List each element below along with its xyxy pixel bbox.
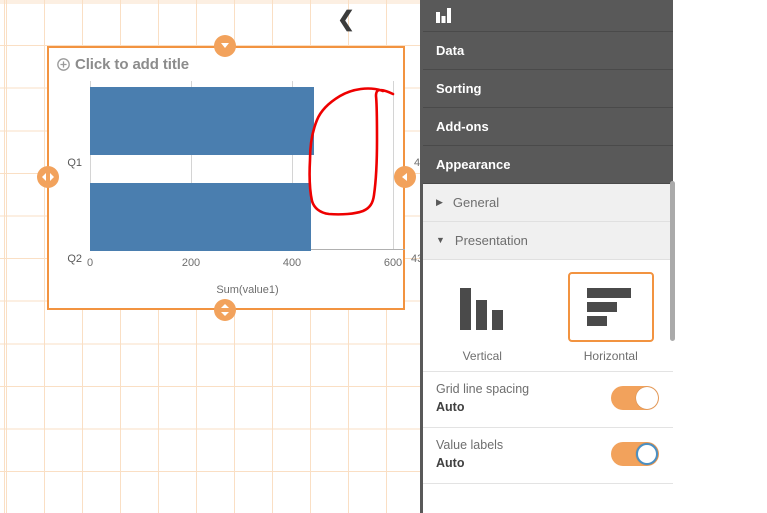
orientation-horizontal-label: Horizontal <box>583 349 638 363</box>
arrows-horizontal-icon <box>42 173 54 181</box>
caret-right-icon: ▶ <box>436 197 443 207</box>
x-tick-0: 0 <box>86 257 94 269</box>
chart-type-header[interactable] <box>420 0 673 32</box>
grid-line-spacing-value: Auto <box>436 400 465 414</box>
section-data[interactable]: Data <box>420 32 673 70</box>
section-appearance-label: Appearance <box>436 157 511 172</box>
section-data-label: Data <box>436 43 465 58</box>
value-labels-toggle[interactable] <box>611 442 659 466</box>
horizontal-bars-icon <box>586 288 631 326</box>
subsection-presentation[interactable]: ▼ Presentation <box>420 222 673 260</box>
x-axis-title: Sum(value1) <box>216 284 279 296</box>
toggle-knob <box>636 443 658 465</box>
settings-bottom-divider <box>420 483 673 497</box>
x-tick-600: 600 <box>383 257 403 269</box>
subsection-presentation-label: Presentation <box>454 233 528 248</box>
vertical-bars-icon <box>460 288 504 330</box>
category-label-q1: Q1 <box>67 157 82 169</box>
x-tick-200: 200 <box>181 257 201 269</box>
caret-down-icon: ▼ <box>436 235 445 245</box>
setting-grid-line-spacing: Grid line spacing Auto <box>420 371 673 427</box>
section-sorting-label: Sorting <box>436 81 482 96</box>
app-root: ❮ Click to add title Q1 Q2 4 4 0 200 400… <box>0 0 767 513</box>
x-tick-400: 400 <box>282 257 302 269</box>
grid-line-spacing-texts: Grid line spacing Auto <box>436 382 529 414</box>
resize-handle-bottom[interactable] <box>214 299 236 321</box>
orientation-vertical-box <box>439 272 525 342</box>
bar-q1[interactable] <box>90 87 314 155</box>
panel-left-edge <box>420 0 423 513</box>
properties-panel-inner: Data Sorting Add-ons Appearance ▶ Genera… <box>420 0 675 513</box>
resize-handle-right[interactable] <box>394 166 416 188</box>
sheet-canvas[interactable]: ❮ Click to add title Q1 Q2 4 4 0 200 400… <box>0 0 420 513</box>
section-appearance[interactable]: Appearance <box>420 146 673 184</box>
grid-line-spacing-label: Grid line spacing <box>436 382 530 396</box>
resize-handle-left[interactable] <box>37 166 59 188</box>
chart-object-container[interactable]: Click to add title Q1 Q2 443 438 0 <box>47 46 420 310</box>
panel-scrollbar[interactable] <box>670 181 675 341</box>
category-label-q2: Q2 <box>67 253 82 265</box>
caret-down-icon <box>221 43 229 48</box>
bar-q2[interactable] <box>90 183 311 251</box>
gridline-600 <box>393 81 394 250</box>
subsection-general-label: General <box>452 195 500 210</box>
orientation-selector: Vertical Horizontal <box>420 260 673 371</box>
presentation-body: Vertical Horizontal Grid line spacing Au… <box>420 260 673 497</box>
caret-left-icon <box>402 173 407 181</box>
properties-panel[interactable]: Data Sorting Add-ons Appearance ▶ Genera… <box>420 0 767 513</box>
section-sorting[interactable]: Sorting <box>420 70 673 108</box>
orientation-horizontal-box <box>567 272 654 342</box>
plot-area: Q1 Q2 443 438 0 200 400 600 Sum(value1) <box>67 81 420 296</box>
bar-chart[interactable]: Q1 Q2 443 438 0 200 400 600 Sum(value1) <box>49 48 420 308</box>
arrows-vertical-icon <box>221 304 229 316</box>
resize-handle-top[interactable] <box>214 35 236 57</box>
orientation-option-vertical[interactable]: Vertical <box>420 272 545 363</box>
section-add-ons[interactable]: Add-ons <box>420 108 673 146</box>
chevron-left-icon[interactable]: ❮ <box>336 8 356 32</box>
bar-chart-icon <box>436 8 451 23</box>
value-labels-value: Auto <box>436 456 465 470</box>
value-labels-label: Value labels <box>436 438 504 452</box>
orientation-vertical-label: Vertical <box>462 349 502 363</box>
subsection-general[interactable]: ▶ General <box>420 184 673 222</box>
value-labels-texts: Value labels Auto <box>436 438 503 470</box>
value-label-q2: 438 <box>411 253 420 265</box>
orientation-option-horizontal[interactable]: Horizontal <box>549 272 674 363</box>
toggle-knob <box>636 387 658 409</box>
setting-value-labels: Value labels Auto <box>420 427 673 483</box>
section-addons-label: Add-ons <box>436 119 489 134</box>
grid-line-spacing-toggle[interactable] <box>611 386 659 410</box>
